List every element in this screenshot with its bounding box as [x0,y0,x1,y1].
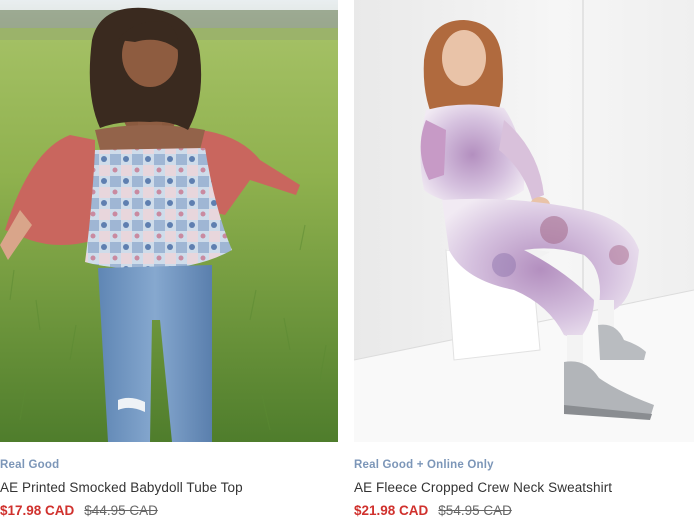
product-image[interactable] [354,0,694,442]
sale-price: $21.98 CAD [354,503,429,518]
sale-price: $17.98 CAD [0,503,75,518]
product-name[interactable]: AE Fleece Cropped Crew Neck Sweatshirt [354,479,694,496]
product-photo-field [0,0,338,442]
product-card-tube-top[interactable]: Real Good AE Printed Smocked Babydoll Tu… [0,0,340,519]
product-name[interactable]: AE Printed Smocked Babydoll Tube Top [0,479,340,496]
product-tag: Real Good + Online Only [354,459,494,471]
price-row: $21.98 CAD $54.95 CAD [354,502,694,519]
original-price: $44.95 CAD [84,503,158,518]
price-row: $17.98 CAD $44.95 CAD [0,502,340,519]
product-card-sweatshirt[interactable]: Real Good + Online Only AE Fleece Croppe… [354,0,694,519]
product-tag: Real Good [0,459,60,471]
product-grid: Real Good AE Printed Smocked Babydoll Tu… [0,0,700,528]
original-price: $54.95 CAD [438,503,512,518]
product-photo-studio [354,0,694,442]
product-image[interactable] [0,0,338,442]
